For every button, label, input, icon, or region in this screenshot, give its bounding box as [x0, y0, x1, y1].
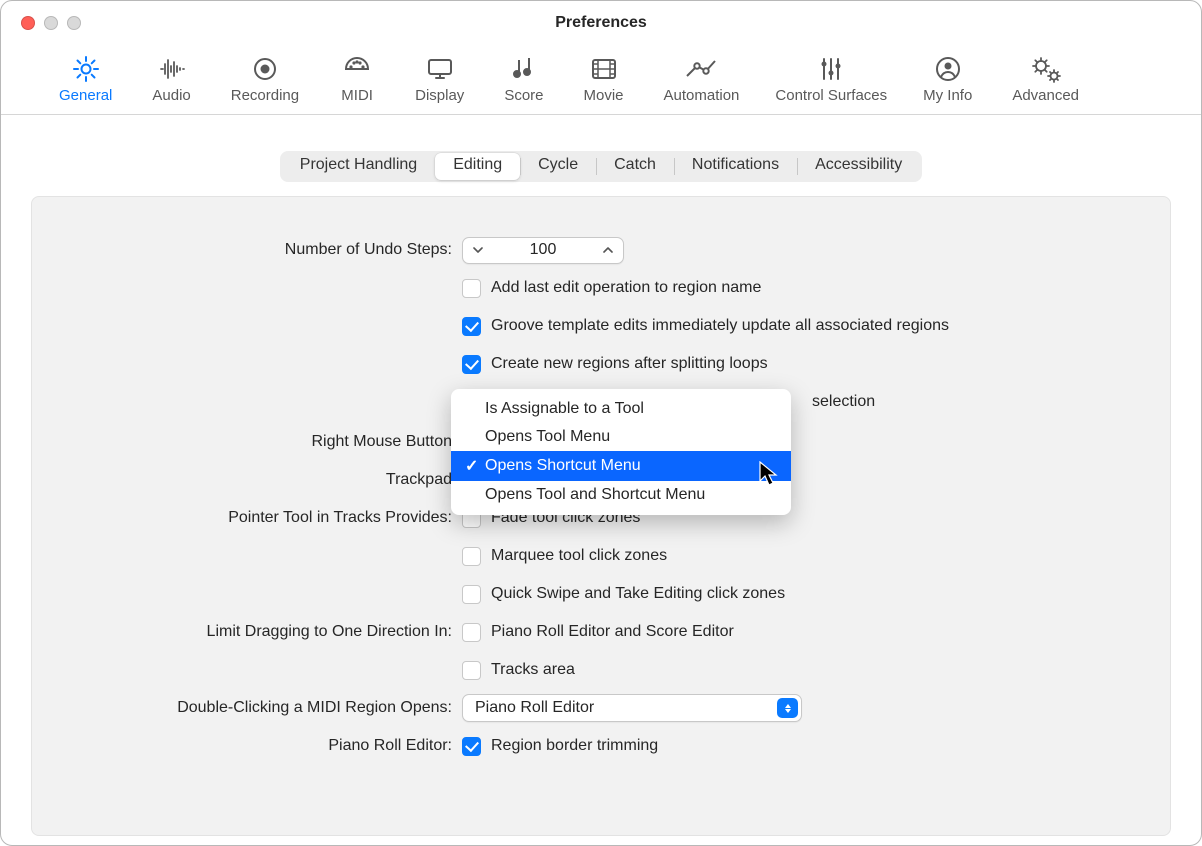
toolbar-tab-label: Control Surfaces [775, 87, 887, 104]
limit-drag-label: Limit Dragging to One Direction In: [52, 623, 462, 641]
toolbar-tab-my-info[interactable]: My Info [909, 49, 986, 106]
toolbar-tab-label: Audio [152, 87, 190, 104]
editing-pane: Number of Undo Steps: 100 Add last [31, 196, 1171, 836]
right-mouse-label: Right Mouse Button [52, 433, 462, 451]
undo-steps-label: Number of Undo Steps: [52, 241, 462, 259]
toolbar-tab-audio[interactable]: Audio [138, 49, 204, 106]
add-last-edit-checkbox[interactable] [462, 279, 481, 298]
quick-swipe-checkbox[interactable] [462, 585, 481, 604]
toolbar-tab-label: Score [504, 87, 543, 104]
toolbar-tab-score[interactable]: Score [490, 49, 557, 106]
groove-template-label: Groove template edits immediately update… [491, 317, 949, 335]
checkmark-icon [465, 456, 479, 476]
marquee-tool-label: Marquee tool click zones [491, 547, 667, 565]
subtab-notifications[interactable]: Notifications [674, 153, 797, 180]
toolbar-tab-movie[interactable]: Movie [570, 49, 638, 106]
subtab-catch[interactable]: Catch [596, 153, 674, 180]
toolbar-tab-label: General [59, 87, 112, 104]
toolbar-tab-label: Recording [231, 87, 299, 104]
popup-arrows-icon [777, 698, 798, 718]
midi-icon [339, 53, 375, 85]
toolbar-tab-label: Automation [664, 87, 740, 104]
movie-icon [586, 53, 622, 85]
limit-tracks-label: Tracks area [491, 661, 575, 679]
my-info-icon [930, 53, 966, 85]
toolbar-tab-label: Display [415, 87, 464, 104]
region-border-checkbox[interactable] [462, 737, 481, 756]
display-icon [422, 53, 458, 85]
stepper-down-icon[interactable] [463, 246, 493, 254]
toolbar-tab-label: Advanced [1012, 87, 1079, 104]
create-new-regions-checkbox[interactable] [462, 355, 481, 374]
limit-piano-label: Piano Roll Editor and Score Editor [491, 623, 734, 641]
limit-tracks-checkbox[interactable] [462, 661, 481, 680]
groove-template-checkbox[interactable] [462, 317, 481, 336]
dropdown-item-label: Opens Shortcut Menu [485, 457, 641, 475]
toolbar-tab-label: Movie [584, 87, 624, 104]
toolbar-tab-advanced[interactable]: Advanced [998, 49, 1093, 106]
dropdown-item[interactable]: Is Assignable to a Tool [451, 395, 791, 423]
add-last-edit-label: Add last edit operation to region name [491, 279, 761, 297]
dblclick-midi-value: Piano Roll Editor [475, 699, 594, 717]
dropdown-item[interactable]: Opens Tool Menu [451, 423, 791, 451]
window-title: Preferences [1, 14, 1201, 32]
undo-steps-value: 100 [493, 241, 593, 259]
partial-selection-text: selection [812, 393, 875, 411]
toolbar: General Audio Recording MIDI Display Score Mov… [1, 45, 1201, 115]
score-icon [506, 53, 542, 85]
pointer-tool-label: Pointer Tool in Tracks Provides: [52, 509, 462, 527]
region-border-label: Region border trimming [491, 737, 658, 755]
automation-icon [683, 53, 719, 85]
general-icon [68, 53, 104, 85]
trackpad-label: Trackpad [52, 471, 462, 489]
toolbar-tab-automation[interactable]: Automation [650, 49, 754, 106]
dropdown-item[interactable]: Opens Shortcut Menu [451, 451, 791, 481]
create-new-regions-label: Create new regions after splitting loops [491, 355, 768, 373]
toolbar-tab-display[interactable]: Display [401, 49, 478, 106]
stepper-up-icon[interactable] [593, 246, 623, 254]
audio-icon [154, 53, 190, 85]
toolbar-tab-label: My Info [923, 87, 972, 104]
dblclick-midi-label: Double-Clicking a MIDI Region Opens: [52, 699, 462, 717]
subtab-cycle[interactable]: Cycle [520, 153, 596, 180]
toolbar-tab-recording[interactable]: Recording [217, 49, 313, 106]
titlebar: Preferences [1, 1, 1201, 45]
subtab-editing[interactable]: Editing [435, 153, 520, 180]
dropdown-item[interactable]: Opens Tool and Shortcut Menu [451, 481, 791, 509]
toolbar-tab-control-surfaces[interactable]: Control Surfaces [761, 49, 901, 106]
subtabs: Project HandlingEditingCycleCatchNotific… [1, 151, 1201, 182]
piano-roll-editor-label: Piano Roll Editor: [52, 737, 462, 755]
preferences-window: Preferences General Audio Recording MIDI Dis… [0, 0, 1202, 846]
dblclick-midi-popup[interactable]: Piano Roll Editor [462, 694, 802, 722]
dropdown-item-label: Opens Tool and Shortcut Menu [485, 486, 705, 504]
recording-icon [247, 53, 283, 85]
toolbar-tab-label: MIDI [341, 87, 373, 104]
subtab-accessibility[interactable]: Accessibility [797, 153, 920, 180]
advanced-icon [1028, 53, 1064, 85]
dropdown-item-label: Opens Tool Menu [485, 428, 610, 446]
subtab-project-handling[interactable]: Project Handling [282, 153, 435, 180]
toolbar-tab-general[interactable]: General [45, 49, 126, 106]
marquee-tool-checkbox[interactable] [462, 547, 481, 566]
mouse-cursor-icon [759, 461, 779, 487]
undo-steps-stepper[interactable]: 100 [462, 237, 624, 264]
right-mouse-dropdown[interactable]: Is Assignable to a Tool Opens Tool Menu Op… [451, 389, 791, 515]
quick-swipe-label: Quick Swipe and Take Editing click zones [491, 585, 785, 603]
toolbar-tab-midi[interactable]: MIDI [325, 49, 389, 106]
control-surfaces-icon [813, 53, 849, 85]
subtabs-segment: Project HandlingEditingCycleCatchNotific… [280, 151, 922, 182]
dropdown-item-label: Is Assignable to a Tool [485, 400, 644, 418]
limit-piano-checkbox[interactable] [462, 623, 481, 642]
